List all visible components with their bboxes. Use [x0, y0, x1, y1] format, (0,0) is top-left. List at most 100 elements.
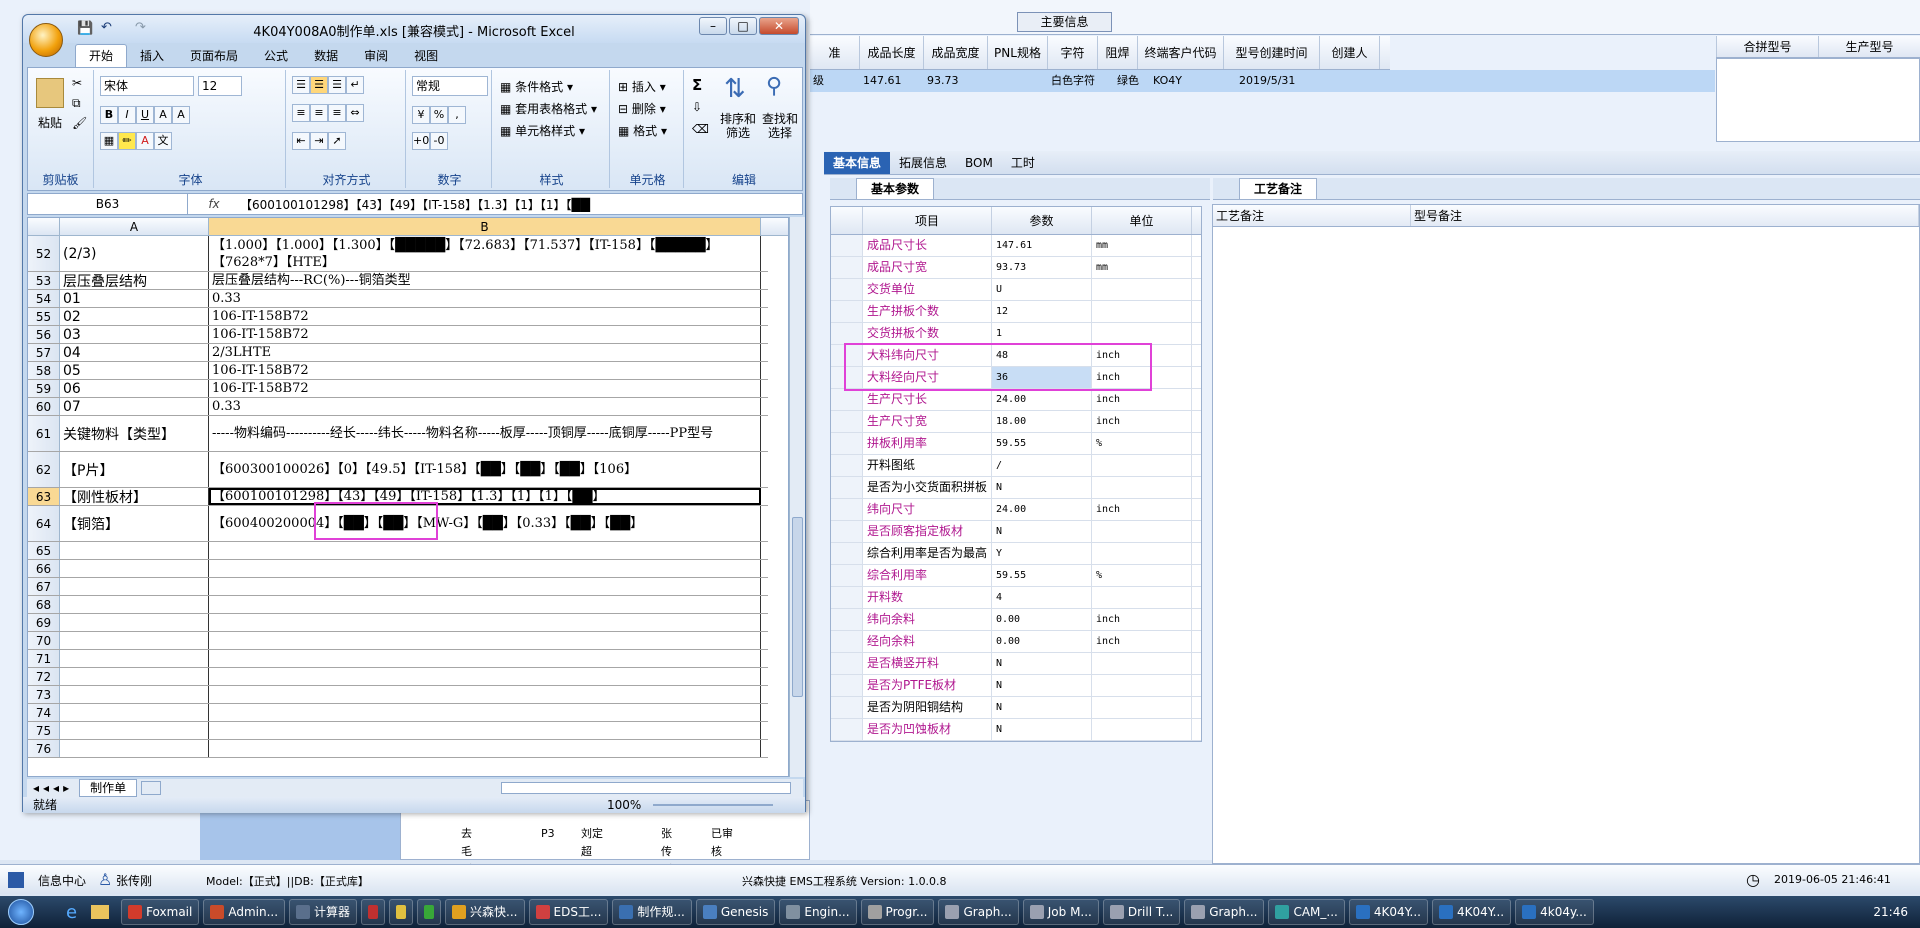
underline-icon[interactable]: U	[136, 106, 154, 124]
vertical-scrollbar[interactable]	[789, 217, 805, 777]
cell-a[interactable]	[60, 686, 209, 703]
sheet-row[interactable]: 60 07 0.33	[28, 398, 768, 416]
tab-extended-info[interactable]: 拓展信息	[890, 152, 956, 174]
cell-b[interactable]	[209, 650, 761, 667]
param-row[interactable]: 交货单位 U	[831, 279, 1201, 301]
align-bottom-icon[interactable]: ☰	[328, 76, 346, 94]
cell-a[interactable]: 05	[60, 362, 209, 379]
row-number[interactable]: 58	[28, 362, 60, 379]
orientation-icon[interactable]: ➚	[328, 132, 346, 150]
row-number[interactable]: 65	[28, 542, 60, 559]
taskbar-item[interactable]: Job M...	[1022, 899, 1099, 925]
increase-decimal-icon[interactable]: +0	[412, 132, 430, 150]
row-number[interactable]: 74	[28, 704, 60, 721]
delete-cells-button[interactable]: ⊟ 删除 ▾	[618, 100, 666, 117]
param-row[interactable]: 经向余料 0.00 inch	[831, 631, 1201, 653]
paste-button[interactable]: 粘贴	[38, 114, 62, 131]
shrink-font-icon[interactable]: A	[172, 106, 190, 124]
taskbar-item[interactable]: Foxmail	[121, 899, 200, 925]
param-row[interactable]: 是否横竖开料 N	[831, 653, 1201, 675]
param-value[interactable]: 0.00	[992, 609, 1092, 630]
param-row[interactable]: 交货拼板个数 1	[831, 323, 1201, 345]
taskbar-item[interactable]: Graph...	[1184, 899, 1265, 925]
tab-page-layout[interactable]: 页面布局	[177, 45, 251, 67]
cell-a[interactable]: 关键物料【类型】	[60, 416, 209, 451]
sheet-row[interactable]: 65	[28, 542, 768, 560]
grid-header[interactable]: 成品宽度	[924, 36, 988, 69]
sheet-row[interactable]: 70	[28, 632, 768, 650]
grid-header[interactable]: 准	[810, 36, 860, 69]
sheet-row[interactable]: 66	[28, 560, 768, 578]
tab-formulas[interactable]: 公式	[251, 45, 301, 67]
cell-b[interactable]	[209, 578, 761, 595]
cell-a[interactable]	[60, 542, 209, 559]
undo-icon[interactable]: ↶	[101, 20, 112, 35]
ie-icon[interactable]: e	[66, 902, 77, 923]
row-number[interactable]: 70	[28, 632, 60, 649]
maximize-button[interactable]: □	[729, 17, 757, 35]
grid-header[interactable]: PNL规格	[988, 36, 1048, 69]
cell-a[interactable]: 01	[60, 290, 209, 307]
currency-icon[interactable]: ¥	[412, 106, 430, 124]
sheet-row[interactable]: 67	[28, 578, 768, 596]
taskbar-item[interactable]: 4K04Y...	[1348, 899, 1428, 925]
worksheet-grid[interactable]: A B 52 (2/3) 【1.000】【1.000】【1.300】【█████】【…	[27, 217, 789, 777]
param-value[interactable]: N	[992, 675, 1092, 696]
cell-a[interactable]: 【铜箔】	[60, 506, 209, 541]
autosum-icon[interactable]: Σ	[692, 76, 702, 94]
sheet-row[interactable]: 59 06 106-IT-158B72	[28, 380, 768, 398]
row-number[interactable]: 52	[28, 236, 60, 271]
tab-basic-params[interactable]: 基本参数	[856, 178, 935, 199]
clear-icon[interactable]: ⌫	[692, 122, 709, 136]
sheet-row[interactable]: 69	[28, 614, 768, 632]
param-row[interactable]: 纬向尺寸 24.00 inch	[831, 499, 1201, 521]
cell-b[interactable]	[209, 704, 761, 721]
start-button[interactable]	[0, 897, 42, 927]
cell-a[interactable]	[60, 650, 209, 667]
param-value[interactable]: N	[992, 697, 1092, 718]
align-right-icon[interactable]: ≡	[328, 104, 346, 122]
zoom-slider[interactable]	[653, 804, 773, 806]
format-painter-icon[interactable]: 🖌	[72, 116, 87, 130]
cell-b[interactable]	[209, 596, 761, 613]
fill-icon[interactable]: ⇩	[692, 100, 702, 114]
row-number[interactable]: 59	[28, 380, 60, 397]
cell-a[interactable]: (2/3)	[60, 236, 209, 271]
cell-b[interactable]: -----物料编码----------经长-----纬长-----物料名称---…	[209, 416, 761, 451]
param-row[interactable]: 纬向余料 0.00 inch	[831, 609, 1201, 631]
param-value[interactable]: 147.61	[992, 235, 1092, 256]
cell-a[interactable]: 06	[60, 380, 209, 397]
zoom-level[interactable]: 100%	[607, 797, 641, 813]
row-number[interactable]: 68	[28, 596, 60, 613]
cut-icon[interactable]: ✂	[72, 76, 82, 90]
taskbar-item[interactable]: Graph...	[938, 899, 1019, 925]
grid-header[interactable]: 终端客户代码	[1138, 36, 1224, 69]
param-row[interactable]: 成品尺寸宽 93.73 mm	[831, 257, 1201, 279]
cell-a[interactable]	[60, 614, 209, 631]
cell-b[interactable]: 层压叠层结构---RC(%)---铜箔类型	[209, 272, 761, 289]
param-row[interactable]: 综合利用率是否为最高 Y	[831, 543, 1201, 565]
param-row[interactable]: 是否为阴阳铜结构 N	[831, 697, 1201, 719]
select-all-corner[interactable]	[28, 218, 60, 235]
taskbar-item[interactable]	[361, 899, 386, 925]
param-row[interactable]: 开料数 4	[831, 587, 1201, 609]
param-value[interactable]: Y	[992, 543, 1092, 564]
decrease-decimal-icon[interactable]: -0	[430, 132, 448, 150]
row-number[interactable]: 62	[28, 452, 60, 487]
redo-icon[interactable]: ↷	[135, 20, 146, 35]
cell-b[interactable]	[209, 542, 761, 559]
param-row[interactable]: 生产尺寸长 24.00 inch	[831, 389, 1201, 411]
bold-icon[interactable]: B	[100, 106, 118, 124]
sheet-row[interactable]: 61 关键物料【类型】 -----物料编码----------经长-----纬长--…	[28, 416, 768, 452]
sheet-row[interactable]: 52 (2/3) 【1.000】【1.000】【1.300】【█████】【72.6…	[28, 236, 768, 272]
grid-header[interactable]: 成品长度	[860, 36, 924, 69]
font-name-select[interactable]: 宋体	[100, 76, 194, 96]
row-number[interactable]: 53	[28, 272, 60, 289]
taskbar-item[interactable]: 4K04Y...	[1431, 899, 1512, 925]
quick-access-save-icon[interactable]: 💾	[77, 21, 93, 36]
cell-b[interactable]: 106-IT-158B72	[209, 380, 761, 397]
tab-process-notes[interactable]: 工艺备注	[1239, 178, 1318, 199]
font-size-select[interactable]: 12	[198, 76, 242, 96]
folder-icon[interactable]	[91, 905, 110, 919]
sheet-row[interactable]: 57 04 2/3LHTE	[28, 344, 768, 362]
